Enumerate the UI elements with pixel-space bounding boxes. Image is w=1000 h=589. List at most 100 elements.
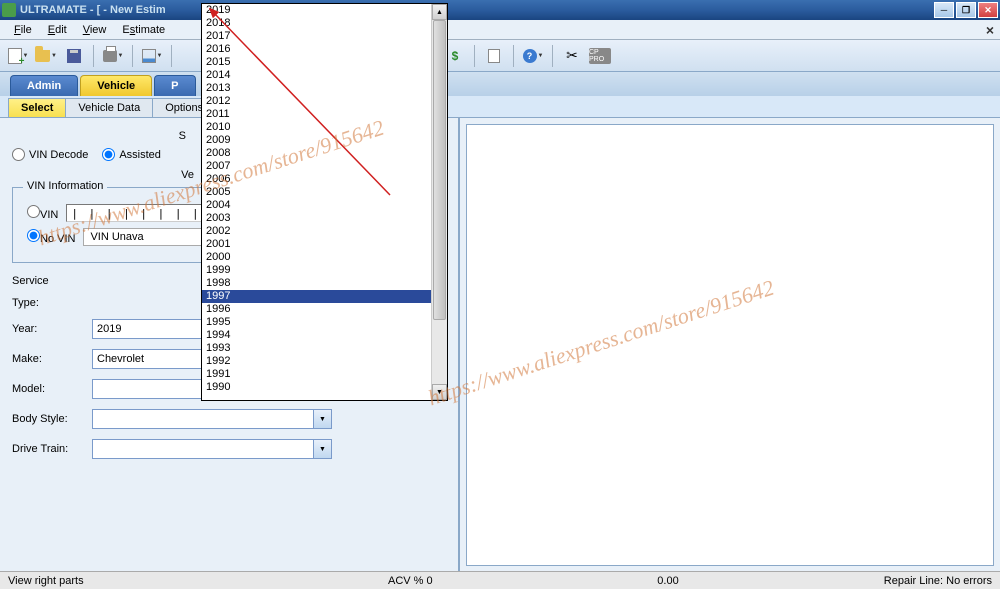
menu-edit[interactable]: Edit — [40, 22, 75, 38]
radio-vin-label: VIN — [40, 209, 58, 221]
toolbar-separator — [132, 45, 133, 67]
vin-unavailable-combo[interactable]: VIN Unava — [83, 228, 203, 246]
status-acv: ACV % 0 — [388, 575, 568, 587]
wrench-scissors-icon: ✂ — [566, 47, 578, 64]
status-left: View right parts — [8, 575, 388, 587]
save-button[interactable] — [62, 44, 86, 68]
year-option-2019[interactable]: 2019 — [202, 4, 431, 17]
toolbar-separator — [474, 45, 475, 67]
scroll-thumb[interactable] — [433, 20, 446, 320]
year-option-2000[interactable]: 2000 — [202, 251, 431, 264]
year-option-2014[interactable]: 2014 — [202, 69, 431, 82]
menu-estimate[interactable]: Estimate — [114, 22, 173, 38]
year-option-2004[interactable]: 2004 — [202, 199, 431, 212]
tab-admin[interactable]: Admin — [10, 75, 78, 96]
year-option-1991[interactable]: 1991 — [202, 368, 431, 381]
cppro-button[interactable]: CP PRO — [588, 44, 612, 68]
year-option-2016[interactable]: 2016 — [202, 43, 431, 56]
tab-p[interactable]: P — [154, 75, 195, 96]
window-titlebar: ULTRAMATE - [ - New Estim ─ ❐ ✕ — [0, 0, 1000, 20]
toolbar-separator — [93, 45, 94, 67]
menu-file[interactable]: File — [6, 22, 40, 38]
radio-assisted[interactable]: Assisted — [102, 148, 161, 161]
maximize-button[interactable]: ❐ — [956, 2, 976, 18]
type-label: Type: — [12, 297, 92, 309]
year-option-2015[interactable]: 2015 — [202, 56, 431, 69]
year-option-2001[interactable]: 2001 — [202, 238, 431, 251]
service-label: Service — [12, 275, 92, 287]
radio-no-vin[interactable]: No VIN — [27, 229, 75, 245]
year-option-2003[interactable]: 2003 — [202, 212, 431, 225]
year-option-1992[interactable]: 1992 — [202, 355, 431, 368]
drive-train-label: Drive Train: — [12, 443, 92, 455]
drive-train-combo[interactable]: ▼ — [92, 439, 332, 459]
status-repair-line: Repair Line: No errors — [768, 575, 992, 587]
year-option-2013[interactable]: 2013 — [202, 82, 431, 95]
right-panel — [466, 124, 994, 566]
year-option-1997[interactable]: 1997 — [202, 290, 431, 303]
body-style-label: Body Style: — [12, 413, 92, 425]
radio-assisted-label: Assisted — [119, 149, 161, 161]
content-area: S VIN Decode Assisted Ve VIN Information… — [0, 118, 1000, 572]
year-option-2002[interactable]: 2002 — [202, 225, 431, 238]
subtab-select[interactable]: Select — [8, 98, 66, 117]
new-button[interactable]: ▼ — [6, 44, 30, 68]
open-button[interactable]: ▼ — [34, 44, 58, 68]
radio-vin[interactable]: VIN — [27, 205, 58, 221]
drive-train-dropdown-button[interactable]: ▼ — [314, 439, 332, 459]
subtab-vehicle-data[interactable]: Vehicle Data — [65, 98, 153, 117]
year-option-1994[interactable]: 1994 — [202, 329, 431, 342]
tab-vehicle[interactable]: Vehicle — [80, 75, 152, 96]
toolbar-separator — [513, 45, 514, 67]
year-option-2010[interactable]: 2010 — [202, 121, 431, 134]
year-option-1999[interactable]: 1999 — [202, 264, 431, 277]
window-title: ULTRAMATE - [ - New Estim — [20, 4, 934, 16]
radio-vin-decode[interactable]: VIN Decode — [12, 148, 88, 161]
year-option-2009[interactable]: 2009 — [202, 134, 431, 147]
body-style-combo[interactable]: ▼ — [92, 409, 332, 429]
drive-train-input[interactable] — [92, 439, 314, 459]
year-option-1996[interactable]: 1996 — [202, 303, 431, 316]
menubar: File Edit View Estimate × — [0, 20, 1000, 40]
mdi-close-icon[interactable]: × — [986, 22, 994, 38]
body-style-input[interactable] — [92, 409, 314, 429]
help-button[interactable]: ?▼ — [521, 44, 545, 68]
year-option-2007[interactable]: 2007 — [202, 160, 431, 173]
year-option-2011[interactable]: 2011 — [202, 108, 431, 121]
document-icon — [488, 49, 500, 63]
year-scrollbar[interactable]: ▲ ▼ — [431, 4, 447, 400]
vin-info-title: VIN Information — [23, 180, 107, 192]
year-option-2012[interactable]: 2012 — [202, 95, 431, 108]
year-option-1990[interactable]: 1990 — [202, 381, 431, 394]
year-option-1993[interactable]: 1993 — [202, 342, 431, 355]
toolbar-separator — [552, 45, 553, 67]
year-option-2006[interactable]: 2006 — [202, 173, 431, 186]
minimize-button[interactable]: ─ — [934, 2, 954, 18]
radio-no-vin-label: No VIN — [40, 233, 75, 245]
year-option-1995[interactable]: 1995 — [202, 316, 431, 329]
tools-button[interactable]: ✂ — [560, 44, 584, 68]
toolbar-separator — [171, 45, 172, 67]
report-button[interactable]: ▼ — [140, 44, 164, 68]
app-icon — [2, 3, 16, 17]
year-option-2017[interactable]: 2017 — [202, 30, 431, 43]
year-option-1998[interactable]: 1998 — [202, 277, 431, 290]
sub-tab-bar: Select Vehicle Data Options — [0, 96, 1000, 118]
print-button[interactable]: ▼ — [101, 44, 125, 68]
save-icon — [67, 49, 81, 63]
open-folder-icon — [35, 50, 50, 62]
new-icon — [8, 48, 22, 64]
close-button[interactable]: ✕ — [978, 2, 998, 18]
status-value: 0.00 — [568, 575, 768, 587]
scroll-down-button[interactable]: ▼ — [432, 384, 447, 400]
year-dropdown-list[interactable]: 2019201820172016201520142013201220112010… — [201, 3, 448, 401]
year-option-2008[interactable]: 2008 — [202, 147, 431, 160]
scroll-up-button[interactable]: ▲ — [432, 4, 447, 20]
body-style-dropdown-button[interactable]: ▼ — [314, 409, 332, 429]
main-tab-bar: Admin Vehicle P — [0, 72, 1000, 96]
menu-view[interactable]: View — [75, 22, 115, 38]
year-option-2005[interactable]: 2005 — [202, 186, 431, 199]
doc-button[interactable] — [482, 44, 506, 68]
year-option-2018[interactable]: 2018 — [202, 17, 431, 30]
toolbar: ▼ ▼ ▼ ▼ ?▼ ✂ CP PRO — [0, 40, 1000, 72]
